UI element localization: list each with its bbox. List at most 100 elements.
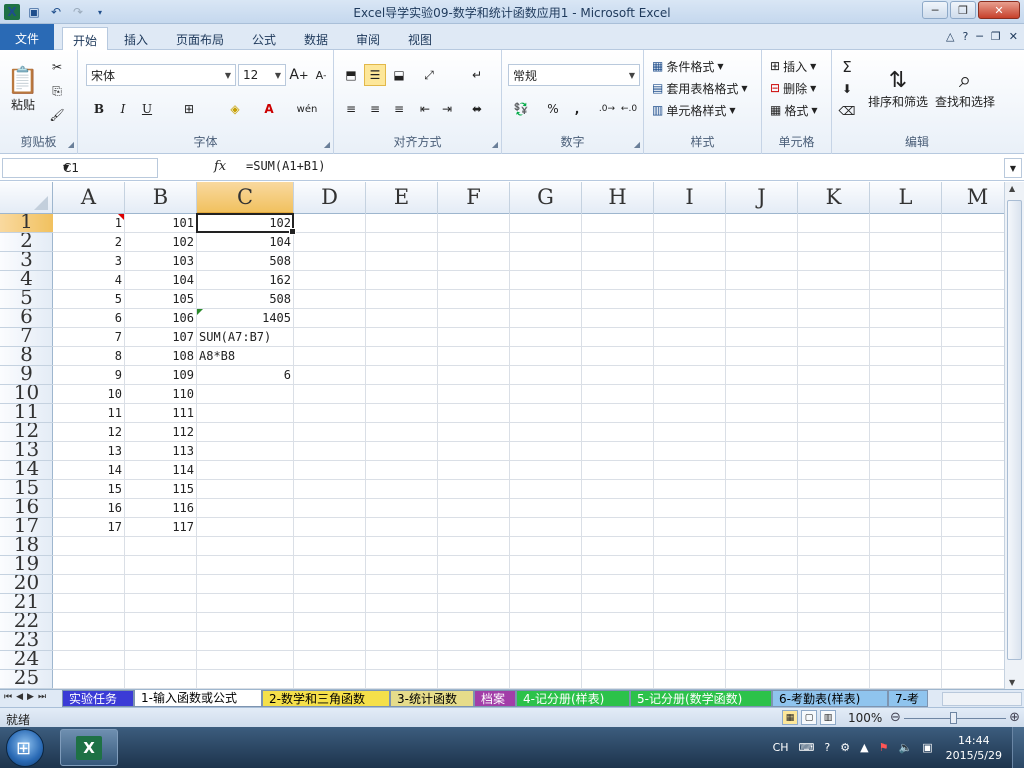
font-launcher-icon[interactable]: ◢: [324, 140, 330, 149]
workbook-close-icon[interactable]: ✕: [1009, 30, 1018, 43]
row-header-23[interactable]: 23: [0, 632, 53, 651]
normal-view-icon[interactable]: ▦: [782, 710, 798, 725]
row-header-22[interactable]: 22: [0, 613, 53, 632]
row-header-6[interactable]: 6: [0, 309, 53, 328]
tab-home[interactable]: 开始: [62, 27, 109, 50]
align-left-icon[interactable]: ≡: [340, 98, 362, 120]
grow-font-icon[interactable]: A +: [288, 64, 310, 86]
align-center-icon[interactable]: ≡: [364, 98, 386, 120]
scroll-down-icon[interactable]: ▼: [1009, 678, 1015, 687]
row-header-9[interactable]: 9: [0, 366, 53, 385]
accounting-format-icon[interactable]: 💱: [510, 98, 532, 120]
sheet-tab[interactable]: 4-记分册(样表): [516, 690, 630, 707]
cell-c4[interactable]: 162: [197, 271, 294, 290]
name-box-dropdown-icon[interactable]: ▼: [63, 163, 154, 172]
sort-filter-button[interactable]: ⇅ 排序和筛选: [866, 54, 930, 124]
cell-b6[interactable]: 106: [125, 309, 197, 328]
row-header-12[interactable]: 12: [0, 423, 53, 442]
column-header-d[interactable]: D: [294, 182, 366, 214]
cell-a4[interactable]: 4: [53, 271, 125, 290]
row-header-8[interactable]: 8: [0, 347, 53, 366]
tab-insert[interactable]: 插入: [114, 27, 158, 50]
language-indicator[interactable]: CH: [773, 741, 789, 754]
format-as-table-button[interactable]: ▤ 套用表格格式 ▼: [652, 78, 748, 98]
row-header-19[interactable]: 19: [0, 556, 53, 575]
row-header-5[interactable]: 5: [0, 290, 53, 309]
row-header-14[interactable]: 14: [0, 461, 53, 480]
clear-icon[interactable]: ⌫: [836, 100, 858, 122]
cell-b1[interactable]: 101: [125, 214, 197, 233]
column-header-h[interactable]: H: [582, 182, 654, 214]
row-header-1[interactable]: 1: [0, 214, 53, 233]
align-middle-icon[interactable]: ☰: [364, 64, 386, 86]
column-header-k[interactable]: K: [798, 182, 870, 214]
zoom-in-icon[interactable]: ⊕: [1009, 710, 1020, 725]
number-launcher-icon[interactable]: ◢: [634, 140, 640, 149]
cell-b9[interactable]: 109: [125, 366, 197, 385]
cell-b16[interactable]: 116: [125, 499, 197, 518]
sheet-tab[interactable]: 实验任务: [62, 690, 134, 707]
scroll-thumb[interactable]: [1007, 200, 1022, 660]
start-button[interactable]: ⊞: [6, 729, 44, 767]
underline-button[interactable]: U: [136, 98, 158, 120]
sheet-nav-arrows-icon[interactable]: ⏮◀▶⏭: [4, 692, 50, 702]
cell-b15[interactable]: 115: [125, 480, 197, 499]
fill-color-icon[interactable]: ◈: [224, 98, 246, 120]
column-header-f[interactable]: F: [438, 182, 510, 214]
row-header-25[interactable]: 25: [0, 670, 53, 689]
format-painter-icon[interactable]: 🖌: [46, 104, 68, 126]
row-header-16[interactable]: 16: [0, 499, 53, 518]
tab-page-layout[interactable]: 页面布局: [166, 27, 234, 50]
wrap-text-icon[interactable]: ↵: [466, 64, 488, 86]
close-button[interactable]: ✕: [978, 1, 1020, 19]
cell-b17[interactable]: 117: [125, 518, 197, 537]
cell-b14[interactable]: 114: [125, 461, 197, 480]
row-header-10[interactable]: 10: [0, 385, 53, 404]
insert-function-icon[interactable]: fx: [214, 159, 226, 174]
keyboard-icon[interactable]: ⌨: [799, 741, 815, 754]
scroll-up-icon[interactable]: ▲: [1009, 184, 1015, 193]
merge-center-icon[interactable]: ⬌: [466, 98, 488, 120]
tab-view[interactable]: 视图: [398, 27, 442, 50]
cell-a7[interactable]: 7: [53, 328, 125, 347]
column-header-l[interactable]: L: [870, 182, 942, 214]
tab-file[interactable]: 文件: [0, 24, 54, 50]
row-header-17[interactable]: 17: [0, 518, 53, 537]
row-header-2[interactable]: 2: [0, 233, 53, 252]
page-layout-view-icon[interactable]: ▢: [801, 710, 817, 725]
cell-a15[interactable]: 15: [53, 480, 125, 499]
maximize-button[interactable]: ❐: [950, 1, 976, 19]
autosum-icon[interactable]: Σ: [836, 56, 858, 78]
clipboard-launcher-icon[interactable]: ◢: [68, 140, 74, 149]
sheet-tab[interactable]: 2-数学和三角函数: [262, 690, 390, 707]
cell-b8[interactable]: 108: [125, 347, 197, 366]
network-icon[interactable]: ▣: [922, 741, 932, 754]
increase-indent-icon[interactable]: ⇥: [436, 98, 458, 120]
conditional-formatting-button[interactable]: ▦ 条件格式 ▼: [652, 56, 724, 76]
action-center-flag-icon[interactable]: ⚑: [879, 741, 889, 754]
cell-c6[interactable]: 1405: [197, 309, 294, 328]
comment-indicator-icon[interactable]: [118, 214, 124, 220]
workbook-minimize-icon[interactable]: ─: [976, 30, 983, 43]
cell-c7[interactable]: SUM(A7:B7): [197, 328, 294, 347]
tab-data[interactable]: 数据: [294, 27, 338, 50]
insert-cells-button[interactable]: ⊞ 插入 ▼: [770, 56, 816, 76]
row-header-18[interactable]: 18: [0, 537, 53, 556]
cell-styles-button[interactable]: ▥ 单元格样式 ▼: [652, 100, 736, 120]
select-all-button[interactable]: [0, 182, 53, 214]
taskbar-excel-button[interactable]: X: [60, 729, 118, 766]
cell-a3[interactable]: 3: [53, 252, 125, 271]
cut-icon[interactable]: ✂: [46, 56, 68, 78]
cell-a6[interactable]: 6: [53, 309, 125, 328]
row-header-4[interactable]: 4: [0, 271, 53, 290]
phonetic-icon[interactable]: wén: [296, 98, 318, 120]
cell-b2[interactable]: 102: [125, 233, 197, 252]
percent-button[interactable]: %: [542, 98, 564, 120]
cell-b7[interactable]: 107: [125, 328, 197, 347]
column-header-j[interactable]: J: [726, 182, 798, 214]
row-header-11[interactable]: 11: [0, 404, 53, 423]
decrease-decimal-icon[interactable]: ←.0: [618, 98, 640, 120]
column-header-b[interactable]: B: [125, 182, 197, 214]
zoom-level[interactable]: 100%: [848, 711, 882, 725]
cell-a14[interactable]: 14: [53, 461, 125, 480]
